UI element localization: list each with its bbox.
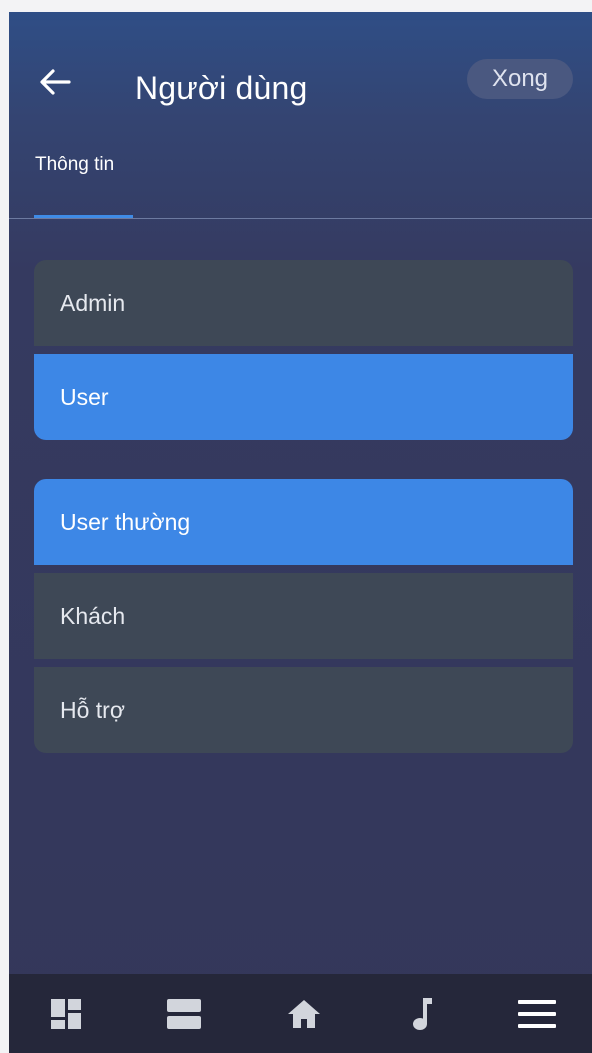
role-group: Admin User	[34, 260, 573, 440]
done-button[interactable]: Xong	[467, 59, 573, 99]
tab-info[interactable]: Thông tin	[35, 154, 114, 176]
app-screen: Người dùng Xong Thông tin Admin User Use…	[9, 12, 592, 1053]
menu-icon	[518, 999, 556, 1028]
bottom-nav	[9, 974, 592, 1053]
dashboard-icon	[51, 998, 81, 1029]
user-type-group: User thường Khách Hỗ trợ	[34, 479, 573, 753]
back-button[interactable]	[35, 64, 75, 100]
music-note-icon	[413, 997, 432, 1030]
page-title: Người dùng	[135, 70, 308, 106]
option-support[interactable]: Hỗ trợ	[34, 667, 573, 753]
nav-music[interactable]	[382, 974, 462, 1053]
home-icon	[288, 999, 320, 1028]
option-admin[interactable]: Admin	[34, 260, 573, 346]
nav-dashboard[interactable]	[26, 974, 106, 1053]
rows-icon	[167, 998, 201, 1029]
option-regular-user[interactable]: User thường	[34, 479, 573, 565]
tab-divider	[9, 218, 592, 219]
nav-menu[interactable]	[497, 974, 577, 1053]
nav-rows[interactable]	[144, 974, 224, 1053]
option-user[interactable]: User	[34, 354, 573, 440]
nav-home[interactable]	[264, 974, 344, 1053]
option-guest[interactable]: Khách	[34, 573, 573, 659]
arrow-left-icon	[40, 69, 71, 95]
